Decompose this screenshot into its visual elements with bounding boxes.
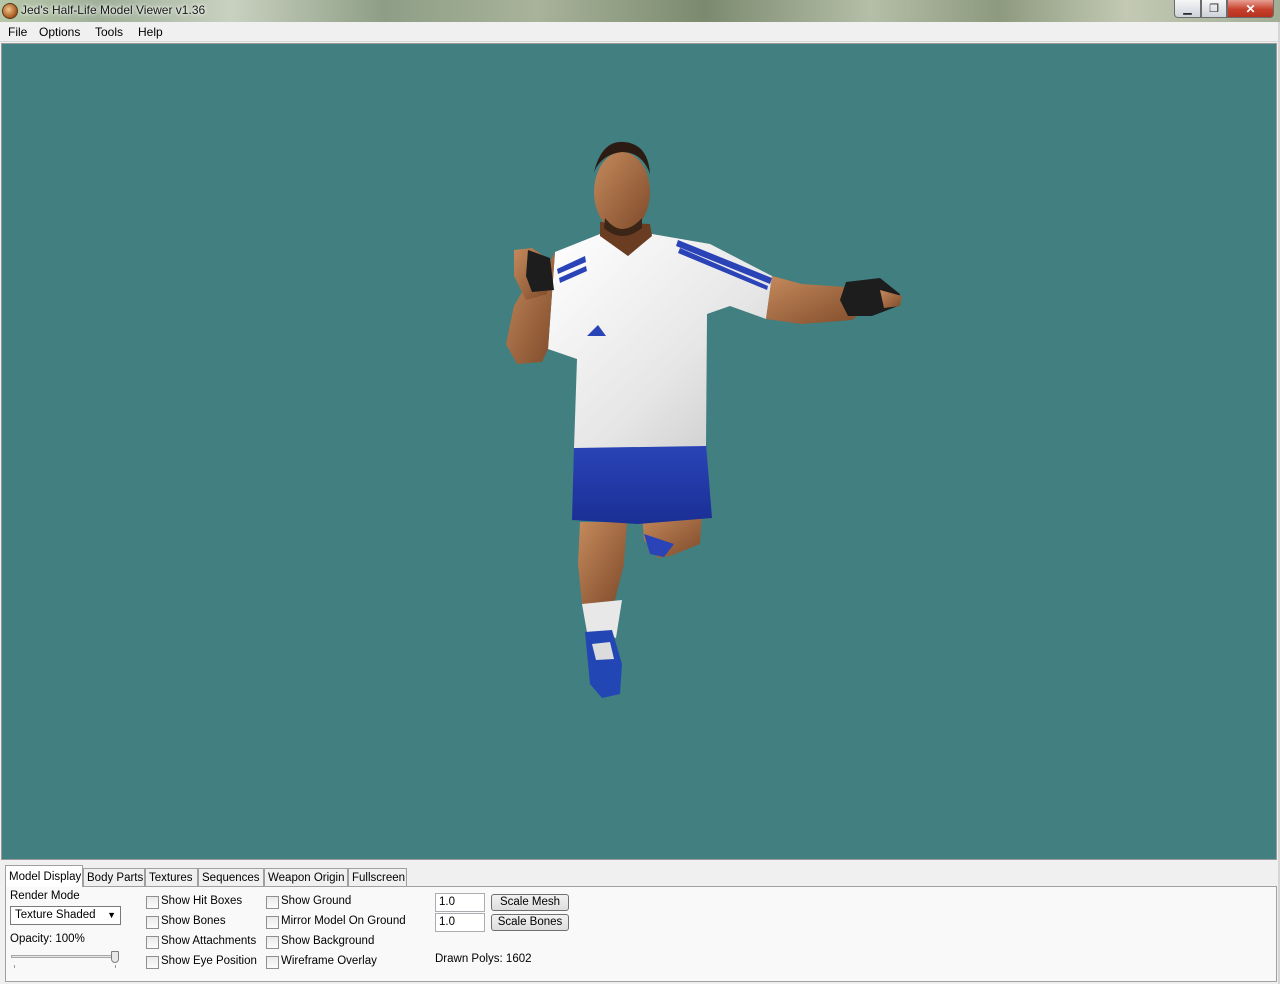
opacity-label: Opacity: 100% [10,933,85,945]
tab-body-parts[interactable]: Body Parts [83,868,145,886]
menu-bar: File Options Tools Help [0,22,1280,42]
show-background-checkbox[interactable] [266,936,279,949]
window-title: Jed's Half-Life Model Viewer v1.36 [21,3,206,17]
show-attachments-checkbox[interactable] [146,936,159,949]
show-hit-boxes-label: Show Hit Boxes [161,895,243,907]
tab-textures[interactable]: Textures [145,868,198,886]
dropdown-arrow-icon: ▼ [107,910,116,920]
mirror-model-checkbox[interactable] [266,916,279,929]
control-panel: Model Display Body Parts Textures Sequen… [1,863,1278,984]
show-eye-position-checkbox[interactable] [146,956,159,969]
scale-mesh-button[interactable]: Scale Mesh [491,894,569,911]
model-display-panel: Render Mode Texture Shaded ▼ Opacity: 10… [5,886,1277,982]
scale-bones-input[interactable]: 1.0 [435,913,485,932]
show-attachments-label: Show Attachments [161,935,257,947]
minimize-button[interactable]: ▁ [1174,0,1201,18]
mirror-model-label: Mirror Model On Ground [281,915,406,927]
menu-options[interactable]: Options [39,25,80,39]
title-bar[interactable]: Jed's Half-Life Model Viewer v1.36 ▁ ❐ ✕ [0,0,1280,22]
model-viewport[interactable] [1,43,1277,860]
wireframe-overlay-checkbox[interactable] [266,956,279,969]
app-icon[interactable] [2,3,18,19]
menu-tools[interactable]: Tools [95,25,123,39]
close-button[interactable]: ✕ [1227,0,1274,18]
show-eye-position-label: Show Eye Position [161,955,257,967]
drawn-polys-readout: Drawn Polys: 1602 [435,953,532,965]
show-bones-checkbox[interactable] [146,916,159,929]
slider-tick [14,965,15,968]
opacity-slider-thumb[interactable] [111,951,119,963]
slider-tick [115,965,116,968]
maximize-button[interactable]: ❐ [1201,0,1227,18]
show-ground-label: Show Ground [281,895,352,907]
tab-sequences[interactable]: Sequences [198,868,264,886]
player-model [506,141,902,698]
show-bones-label: Show Bones [161,915,226,927]
opacity-slider-track[interactable] [11,955,116,958]
render-mode-select[interactable]: Texture Shaded ▼ [10,906,121,925]
scale-bones-button[interactable]: Scale Bones [491,914,569,931]
render-mode-value: Texture Shaded [15,909,96,921]
tab-weapon-origin[interactable]: Weapon Origin [264,868,348,886]
show-background-label: Show Background [281,935,375,947]
tab-model-display[interactable]: Model Display [5,865,83,887]
show-hit-boxes-checkbox[interactable] [146,896,159,909]
menu-help[interactable]: Help [138,25,163,39]
scale-mesh-input[interactable]: 1.0 [435,893,485,912]
menu-file[interactable]: File [8,25,27,39]
render-mode-label: Render Mode [10,890,80,902]
wireframe-overlay-label: Wireframe Overlay [281,955,377,967]
show-ground-checkbox[interactable] [266,896,279,909]
tab-fullscreen[interactable]: Fullscreen [348,868,407,886]
